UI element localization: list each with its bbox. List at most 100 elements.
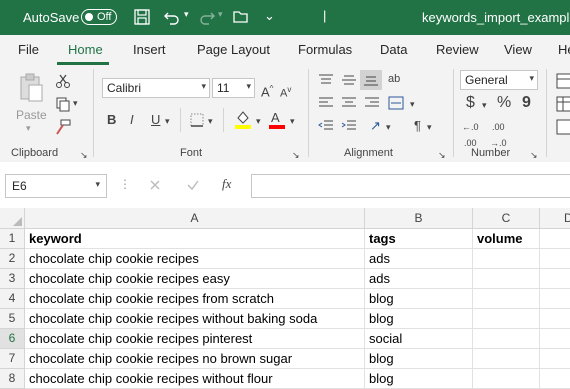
- cell-b3[interactable]: ads: [365, 269, 473, 289]
- paste-dropdown-icon[interactable]: ▾: [26, 123, 31, 134]
- cell-a1[interactable]: keyword: [25, 229, 365, 249]
- cell-c7[interactable]: [473, 349, 540, 369]
- cell-c4[interactable]: [473, 289, 540, 309]
- top-align-icon[interactable]: [318, 73, 334, 87]
- cell-b4[interactable]: blog: [365, 289, 473, 309]
- customize-quick-access-icon[interactable]: ⌄: [264, 8, 275, 24]
- redo-icon[interactable]: [198, 8, 216, 26]
- column-header-b[interactable]: B: [365, 208, 473, 229]
- paste-label[interactable]: Paste: [16, 108, 47, 122]
- tab-review[interactable]: Review: [436, 42, 479, 57]
- tab-view[interactable]: View: [504, 42, 532, 57]
- save-icon[interactable]: [133, 8, 151, 26]
- orientation-dropdown-icon[interactable]: ▾: [386, 122, 391, 133]
- decrease-indent-icon[interactable]: [318, 119, 334, 133]
- column-header-d[interactable]: D: [540, 208, 570, 229]
- align-center-icon[interactable]: [341, 96, 357, 110]
- cell-d5[interactable]: [540, 309, 570, 329]
- conditional-format-icon[interactable]: [556, 73, 570, 89]
- cell-d7[interactable]: [540, 349, 570, 369]
- cell-a2[interactable]: chocolate chip cookie recipes: [25, 249, 365, 269]
- cell-b2[interactable]: ads: [365, 249, 473, 269]
- tab-data[interactable]: Data: [380, 42, 407, 57]
- cell-b7[interactable]: blog: [365, 349, 473, 369]
- currency-button[interactable]: $: [466, 95, 475, 111]
- cell-b6[interactable]: social: [365, 329, 473, 349]
- borders-icon[interactable]: [189, 112, 205, 128]
- cell-a3[interactable]: chocolate chip cookie recipes easy: [25, 269, 365, 289]
- increase-indent-icon[interactable]: [341, 119, 357, 133]
- cell-b8[interactable]: blog: [365, 369, 473, 389]
- row-header-2[interactable]: 2: [0, 249, 25, 269]
- fill-color-dropdown-icon[interactable]: ▾: [256, 116, 261, 127]
- clipboard-launcher-icon[interactable]: ↘: [80, 147, 88, 163]
- cell-a4[interactable]: chocolate chip cookie recipes from scrat…: [25, 289, 365, 309]
- row-header-1[interactable]: 1: [0, 229, 25, 249]
- cell-a8[interactable]: chocolate chip cookie recipes without fl…: [25, 369, 365, 389]
- number-format-box[interactable]: General ▾: [460, 70, 538, 90]
- undo-icon[interactable]: [163, 8, 181, 26]
- cell-c8[interactable]: [473, 369, 540, 389]
- direction-dropdown-icon[interactable]: ▾: [427, 122, 432, 133]
- paste-icon[interactable]: [18, 73, 44, 103]
- cut-icon[interactable]: [55, 73, 71, 89]
- row-header-3[interactable]: 3: [0, 269, 25, 289]
- formula-bar-grip-icon[interactable]: ⋮: [119, 177, 131, 191]
- italic-button[interactable]: I: [130, 112, 134, 128]
- font-color-icon[interactable]: A: [268, 109, 286, 129]
- alignment-launcher-icon[interactable]: ↘: [438, 147, 446, 163]
- align-left-icon[interactable]: [318, 96, 334, 110]
- open-folder-icon[interactable]: [232, 8, 250, 26]
- cell-d2[interactable]: [540, 249, 570, 269]
- tab-page-layout[interactable]: Page Layout: [197, 42, 270, 57]
- cell-d3[interactable]: [540, 269, 570, 289]
- orientation-angle-icon[interactable]: ↗: [370, 118, 381, 134]
- cell-d6[interactable]: [540, 329, 570, 349]
- number-format-dropdown-icon[interactable]: ▾: [529, 73, 534, 84]
- worksheet-grid[interactable]: A B C D 1 keyword tags volume 2 chocolate chi…: [0, 208, 570, 389]
- autosave-toggle[interactable]: Off: [81, 9, 117, 25]
- font-name-box[interactable]: Calibri ▾: [102, 78, 210, 98]
- column-header-c[interactable]: C: [473, 208, 540, 229]
- orientation-icon[interactable]: ab: [388, 71, 400, 87]
- borders-dropdown-icon[interactable]: ▾: [208, 116, 213, 127]
- insert-function-icon[interactable]: fx: [222, 176, 231, 192]
- cell-b1[interactable]: tags: [365, 229, 473, 249]
- format-as-table-icon[interactable]: [556, 96, 570, 112]
- format-painter-icon[interactable]: [55, 119, 71, 135]
- cell-c6[interactable]: [473, 329, 540, 349]
- font-color-dropdown-icon[interactable]: ▾: [290, 116, 295, 127]
- formula-input[interactable]: [251, 174, 570, 198]
- cell-c3[interactable]: [473, 269, 540, 289]
- copy-dropdown-icon[interactable]: ▾: [73, 98, 78, 109]
- cell-styles-icon[interactable]: [556, 119, 570, 135]
- cell-d8[interactable]: [540, 369, 570, 389]
- cancel-icon[interactable]: [148, 178, 162, 192]
- align-right-icon[interactable]: [364, 96, 380, 110]
- underline-dropdown-icon[interactable]: ▾: [165, 116, 170, 127]
- name-box-dropdown-icon[interactable]: ▾: [95, 179, 100, 190]
- fill-color-icon[interactable]: [234, 109, 252, 129]
- cell-a7[interactable]: chocolate chip cookie recipes no brown s…: [25, 349, 365, 369]
- paragraph-direction-icon[interactable]: ¶: [414, 118, 421, 134]
- currency-dropdown-icon[interactable]: ▾: [482, 100, 487, 111]
- tab-insert[interactable]: Insert: [133, 42, 166, 57]
- middle-align-icon[interactable]: [341, 73, 357, 87]
- row-header-4[interactable]: 4: [0, 289, 25, 309]
- row-header-6[interactable]: 6: [0, 329, 25, 349]
- bottom-align-button[interactable]: [360, 70, 382, 90]
- tab-file[interactable]: File: [18, 42, 39, 57]
- column-header-a[interactable]: A: [25, 208, 365, 229]
- name-box[interactable]: E6 ▾: [5, 174, 107, 198]
- select-all-corner[interactable]: [0, 208, 25, 229]
- font-launcher-icon[interactable]: ↘: [292, 147, 300, 163]
- bold-button[interactable]: B: [107, 112, 116, 128]
- cell-c5[interactable]: [473, 309, 540, 329]
- row-header-7[interactable]: 7: [0, 349, 25, 369]
- comma-style-button[interactable]: 9: [522, 95, 531, 111]
- grow-font-icon[interactable]: A^: [261, 81, 273, 100]
- font-name-dropdown-icon[interactable]: ▾: [201, 81, 206, 92]
- number-launcher-icon[interactable]: ↘: [530, 147, 538, 163]
- cell-a5[interactable]: chocolate chip cookie recipes without ba…: [25, 309, 365, 329]
- cell-a6[interactable]: chocolate chip cookie recipes pinterest: [25, 329, 365, 349]
